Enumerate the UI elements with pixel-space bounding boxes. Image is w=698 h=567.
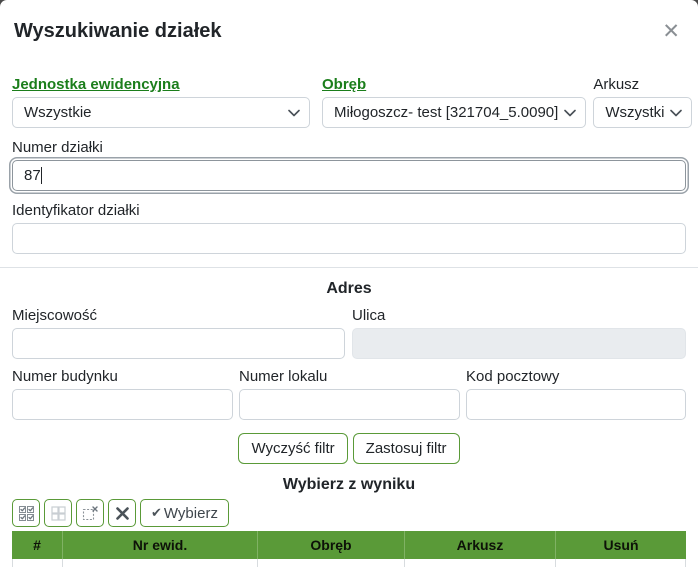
numer-lokalu-field: Numer lokalu <box>239 367 460 420</box>
arkusz-field: Arkusz Wszystki <box>593 75 692 128</box>
results-table-empty-body <box>12 559 686 567</box>
table-header-cell-nr-ewid: Nr ewid. <box>62 531 257 559</box>
miejscowosc-label: Miejscowość <box>12 306 345 325</box>
identyfikator-field: Identyfikator działki <box>12 201 686 254</box>
jednostka-field: Jednostka ewidencyjna Wszystkie <box>12 75 310 128</box>
chevron-down-icon <box>670 109 682 117</box>
adres-row-2: Numer budynku Numer lokalu Kod pocztowy <box>12 367 686 420</box>
clear-selection-button[interactable] <box>76 499 104 527</box>
close-icon: ✕ <box>662 19 680 43</box>
dialog-title: Wyszukiwanie działek <box>14 17 222 45</box>
text-caret <box>41 167 42 184</box>
arkusz-label: Arkusz <box>593 75 692 94</box>
clear-filter-button[interactable]: Wyczyść filtr <box>238 433 347 464</box>
obreb-select-value: Miłogoszcz- test [321704_5.0090] <box>334 104 558 121</box>
identyfikator-label: Identyfikator działki <box>12 201 686 220</box>
results-toolbar: ✔Wybierz <box>12 499 686 527</box>
section-divider <box>0 267 698 268</box>
ulica-field: Ulica <box>352 306 686 359</box>
arkusz-select-value: Wszystki <box>605 104 664 121</box>
clear-selection-icon <box>81 505 99 522</box>
x-mark-icon <box>115 506 130 521</box>
apply-filter-button[interactable]: Zastosuj filtr <box>353 433 460 464</box>
chevron-down-icon <box>288 109 300 117</box>
obreb-select[interactable]: Miłogoszcz- test [321704_5.0090] <box>322 97 586 128</box>
ulica-input <box>352 328 686 359</box>
numer-budynku-input[interactable] <box>12 389 233 420</box>
numer-lokalu-input[interactable] <box>239 389 460 420</box>
numer-lokalu-label: Numer lokalu <box>239 367 460 386</box>
adres-row-1: Miejscowość Ulica <box>12 306 686 359</box>
numer-dzialki-label: Numer działki <box>12 138 686 157</box>
check-icon: ✔ <box>151 506 162 521</box>
results-table-header: # Nr ewid. Obręb Arkusz Usuń <box>12 531 686 559</box>
table-header-cell-index: # <box>12 531 62 559</box>
obreb-field: Obręb Miłogoszcz- test [321704_5.0090] <box>322 75 586 128</box>
deselect-button[interactable] <box>108 499 136 527</box>
close-button[interactable]: ✕ <box>658 19 684 43</box>
parcel-search-dialog: Wyszukiwanie działek ✕ Jednostka ewidenc… <box>0 0 698 567</box>
grid-selection-button[interactable] <box>44 499 72 527</box>
kod-pocztowy-field: Kod pocztowy <box>466 367 686 420</box>
results-heading: Wybierz z wyniku <box>12 475 686 494</box>
miejscowosc-field: Miejscowość <box>12 306 345 359</box>
kod-pocztowy-input[interactable] <box>466 389 686 420</box>
identyfikator-input[interactable] <box>12 223 686 254</box>
wybierz-button[interactable]: ✔Wybierz <box>140 499 229 527</box>
adres-heading: Adres <box>12 279 686 298</box>
wybierz-button-label: Wybierz <box>164 505 218 522</box>
table-header-cell-arkusz: Arkusz <box>404 531 555 559</box>
numer-dzialki-field: Numer działki <box>12 138 686 191</box>
table-header-cell-usun: Usuń <box>555 531 686 559</box>
dialog-header: Wyszukiwanie działek ✕ <box>0 0 698 45</box>
select-all-icon <box>18 505 35 522</box>
miejscowosc-input[interactable] <box>12 328 345 359</box>
select-all-button[interactable] <box>12 499 40 527</box>
jednostka-select[interactable]: Wszystkie <box>12 97 310 128</box>
dialog-content: Jednostka ewidencyjna Wszystkie Obręb Mi… <box>0 75 698 567</box>
numer-dzialki-input[interactable] <box>12 160 686 191</box>
chevron-down-icon <box>564 109 576 117</box>
jednostka-label-link[interactable]: Jednostka ewidencyjna <box>12 75 180 94</box>
numer-budynku-field: Numer budynku <box>12 367 233 420</box>
table-header-cell-obreb: Obręb <box>257 531 404 559</box>
jednostka-select-value: Wszystkie <box>24 104 92 121</box>
filter-buttons-row: Wyczyść filtr Zastosuj filtr <box>12 433 686 464</box>
ulica-label: Ulica <box>352 306 686 325</box>
kod-pocztowy-label: Kod pocztowy <box>466 367 686 386</box>
filter-selects-row: Jednostka ewidencyjna Wszystkie Obręb Mi… <box>12 75 686 128</box>
grid-icon <box>50 505 67 522</box>
arkusz-select[interactable]: Wszystki <box>593 97 692 128</box>
obreb-label-link[interactable]: Obręb <box>322 75 366 94</box>
numer-dzialki-input-wrap <box>12 160 686 191</box>
numer-budynku-label: Numer budynku <box>12 367 233 386</box>
